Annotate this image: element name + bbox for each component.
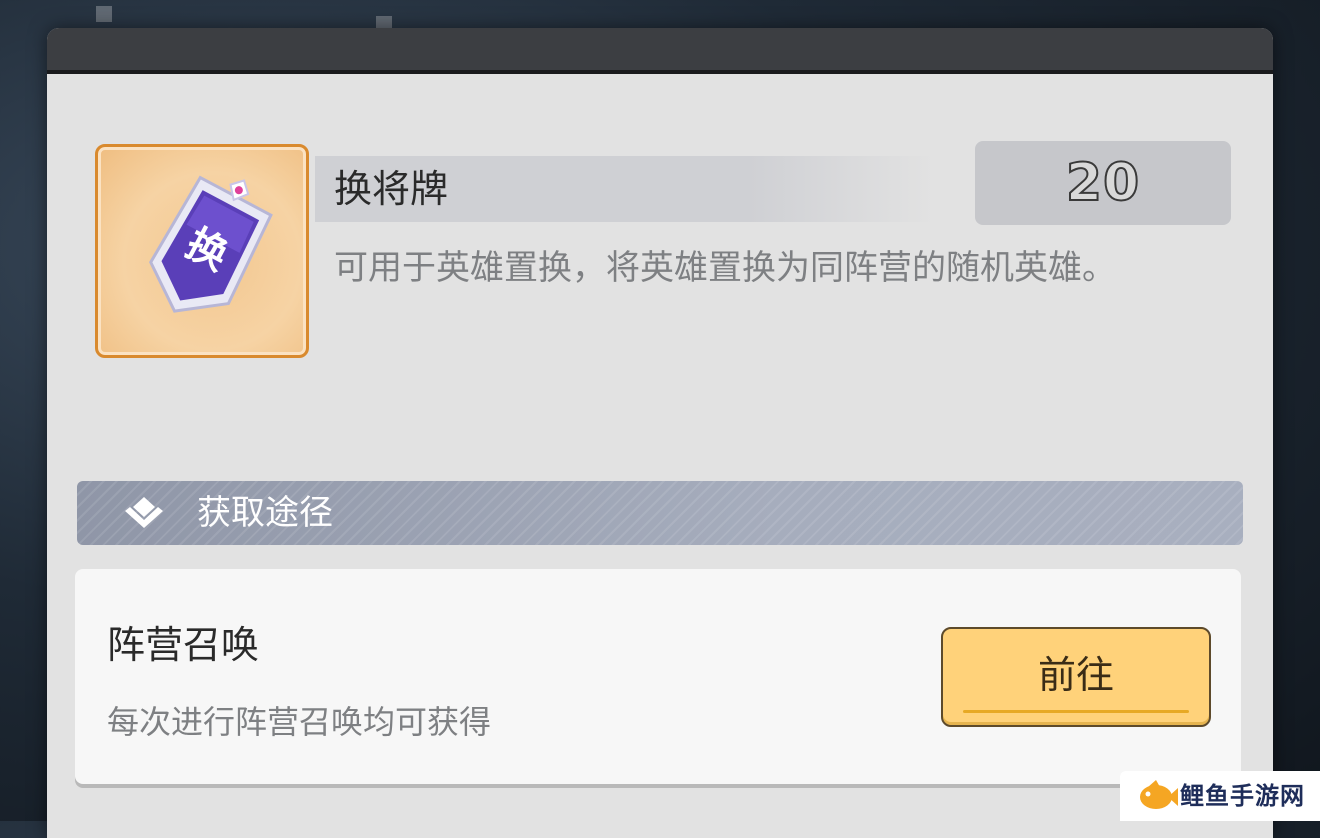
item-name: 换将牌 (334, 167, 449, 211)
fish-logo-icon (1140, 780, 1178, 809)
swap-card-icon: 换 (149, 175, 273, 313)
item-detail-panel: 换 换将牌 20 可用于英雄置换，将英雄置换为同阵营的随机英雄。 获取途径 阵营… (47, 28, 1273, 838)
item-quantity: 20 (1065, 152, 1141, 214)
acquire-section-header: 获取途径 (77, 481, 1243, 545)
acquire-section-title: 获取途径 (197, 493, 333, 533)
diamond-stack-icon (125, 497, 163, 528)
item-quantity-box: 20 (975, 141, 1231, 225)
source-description: 每次进行阵营召唤均可获得 (107, 703, 492, 741)
item-icon-frame: 换 (95, 144, 309, 358)
background-fleck (96, 6, 112, 22)
panel-header (47, 28, 1273, 74)
watermark-text: 鲤鱼手游网 (1180, 782, 1305, 810)
acquire-source-card: 阵营召唤 每次进行阵营召唤均可获得 前往 (75, 569, 1241, 784)
go-button-underline (963, 710, 1189, 713)
go-button[interactable]: 前往 (941, 627, 1211, 727)
item-description: 可用于英雄置换，将英雄置换为同阵营的随机英雄。 (334, 248, 1116, 288)
go-button-label: 前往 (1037, 653, 1114, 697)
source-title: 阵营召唤 (107, 623, 260, 667)
site-watermark: 鲤鱼手游网 (1120, 771, 1320, 821)
